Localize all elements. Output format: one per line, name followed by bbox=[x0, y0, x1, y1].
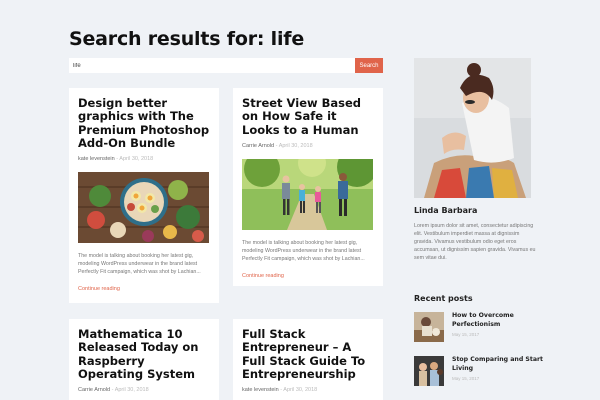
recent-post-item[interactable]: How to Overcome Perfectionism May 15, 20… bbox=[414, 312, 544, 342]
recent-post-date: May 15, 2017 bbox=[452, 332, 480, 337]
post-date: April 30, 2018 bbox=[278, 142, 313, 149]
recent-post-title[interactable]: How to Overcome Perfectionism bbox=[452, 312, 544, 329]
post-image-food[interactable] bbox=[78, 172, 209, 244]
author-bio: Lorem ipsum dolor sit amet, consectetur … bbox=[414, 223, 536, 261]
recent-post-thumbnail[interactable] bbox=[414, 312, 444, 342]
recent-post-text: Stop Comparing and Start Living May 15, … bbox=[452, 356, 544, 386]
author-photo bbox=[414, 58, 531, 198]
search-input[interactable] bbox=[69, 58, 355, 73]
post-date: April 30, 2018 bbox=[283, 387, 318, 394]
post-meta: kate levenstein - April 30, 2018 bbox=[78, 156, 210, 162]
post-image-family-walk[interactable] bbox=[242, 158, 373, 230]
search-form: Search bbox=[69, 58, 383, 73]
recent-post-thumbnail[interactable] bbox=[414, 356, 444, 386]
post-card: Design better graphics with The Premium … bbox=[69, 88, 219, 303]
continue-reading-link[interactable]: Continue reading bbox=[242, 273, 374, 279]
recent-post-text: How to Overcome Perfectionism May 15, 20… bbox=[452, 312, 544, 342]
author-name: Linda Barbara bbox=[414, 206, 478, 215]
post-meta: Carrie Arnold - April 30, 2018 bbox=[78, 387, 210, 393]
post-title[interactable]: Design better graphics with The Premium … bbox=[78, 96, 210, 150]
page-title: Search results for: life bbox=[69, 28, 305, 50]
post-title[interactable]: Mathematica 10 Released Today on Raspber… bbox=[78, 327, 210, 381]
post-meta: kate levenstein - April 30, 2018 bbox=[242, 387, 374, 393]
recent-post-title[interactable]: Stop Comparing and Start Living bbox=[452, 356, 544, 373]
post-author[interactable]: Carrie Arnold bbox=[78, 387, 110, 393]
post-author[interactable]: kate levenstein bbox=[78, 156, 115, 162]
post-date: April 30, 2018 bbox=[114, 387, 149, 394]
recent-post-date: May 15, 2017 bbox=[452, 376, 480, 381]
post-card: Street View Based on How Safe it Looks t… bbox=[233, 88, 383, 286]
post-date: April 30, 2018 bbox=[119, 156, 154, 163]
post-author[interactable]: Carrie Arnold bbox=[242, 143, 274, 149]
post-author[interactable]: kate levenstein bbox=[242, 387, 279, 393]
post-card: Full Stack Entrepreneur – A Full Stack G… bbox=[233, 319, 383, 400]
post-meta: Carrie Arnold - April 30, 2018 bbox=[242, 143, 374, 149]
post-title[interactable]: Street View Based on How Safe it Looks t… bbox=[242, 96, 374, 137]
post-excerpt: The model is talking about booking her l… bbox=[242, 239, 365, 262]
post-title[interactable]: Full Stack Entrepreneur – A Full Stack G… bbox=[242, 327, 374, 381]
post-excerpt: The model is talking about booking her l… bbox=[78, 253, 201, 276]
continue-reading-link[interactable]: Continue reading bbox=[78, 286, 210, 292]
post-card: Mathematica 10 Released Today on Raspber… bbox=[69, 319, 219, 400]
recent-posts-heading: Recent posts bbox=[414, 294, 473, 303]
recent-post-item[interactable]: Stop Comparing and Start Living May 15, … bbox=[414, 356, 544, 386]
search-button[interactable]: Search bbox=[355, 58, 383, 73]
